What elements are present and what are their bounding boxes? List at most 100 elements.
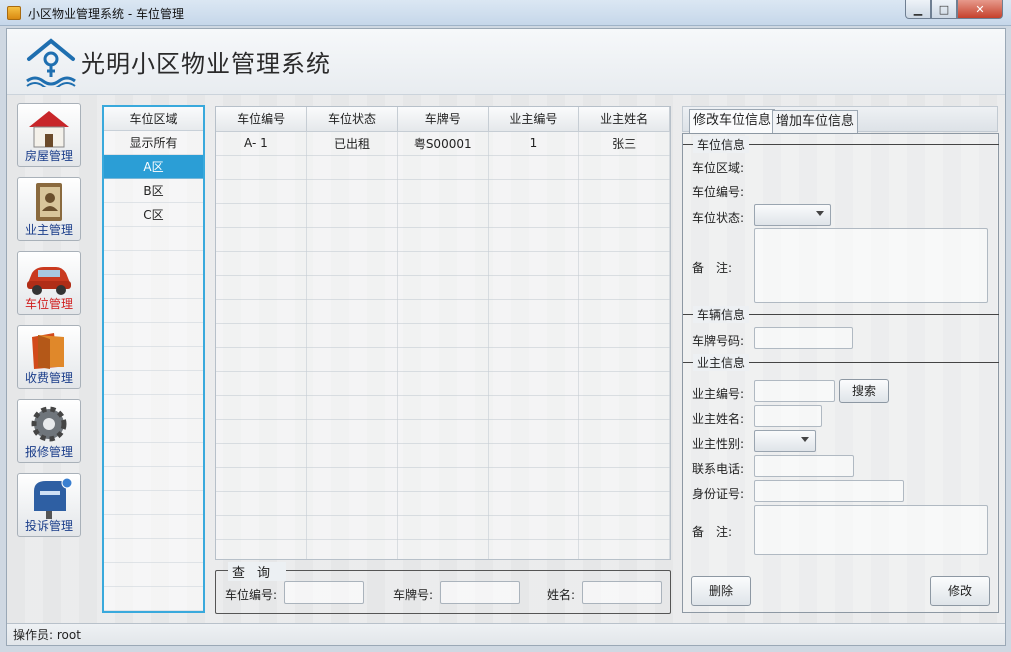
col-header-status[interactable]: 车位状态 bbox=[306, 107, 398, 132]
col-header-plate[interactable]: 车牌号 bbox=[397, 107, 489, 132]
owner-remark-textarea[interactable] bbox=[754, 505, 988, 555]
empty-cell bbox=[578, 419, 670, 444]
empty-cell bbox=[216, 515, 308, 540]
empty-cell bbox=[488, 443, 580, 468]
empty-cell bbox=[578, 251, 670, 276]
nav-parking-management[interactable]: 车位管理 bbox=[17, 251, 81, 315]
empty-cell bbox=[578, 467, 670, 492]
empty-cell bbox=[578, 275, 670, 300]
app-header: 光明小区物业管理系统 bbox=[7, 29, 1005, 95]
nav-fee-management[interactable]: 收费管理 bbox=[17, 325, 81, 389]
owner-no-input[interactable] bbox=[754, 380, 835, 402]
gear-icon bbox=[31, 406, 67, 442]
status-bar: 操作员: root bbox=[7, 623, 1005, 645]
nav-repair-management[interactable]: 报修管理 bbox=[17, 399, 81, 463]
empty-cell bbox=[216, 203, 308, 228]
empty-cell bbox=[306, 419, 398, 444]
owner-info-section: 业主信息 业主编号: 搜索 业主姓名: 业主性别: 联系电话: 身份证号: 备 … bbox=[683, 354, 999, 562]
empty-cell bbox=[578, 443, 670, 468]
empty-cell bbox=[488, 275, 580, 300]
empty-cell bbox=[216, 275, 308, 300]
edit-panel: 车位信息 车位区域: 车位编号: 车位状态: 备 注: 车辆信息 车牌号码: 业… bbox=[682, 133, 999, 613]
area-item-b[interactable]: B区 bbox=[104, 179, 203, 203]
nav-owner-management[interactable]: 业主管理 bbox=[17, 177, 81, 241]
empty-table-row bbox=[216, 395, 670, 420]
empty-cell bbox=[216, 491, 308, 516]
area-item-a[interactable]: A区 bbox=[104, 155, 203, 179]
query-name-label: 姓名: bbox=[547, 588, 576, 602]
empty-cell bbox=[306, 275, 398, 300]
nav-label: 报修管理 bbox=[24, 445, 73, 459]
area-item-c[interactable]: C区 bbox=[104, 203, 203, 227]
minimize-button[interactable]: ▁ bbox=[905, 0, 931, 19]
modify-button[interactable]: 修改 bbox=[930, 576, 990, 606]
tab-modify-space[interactable]: 修改车位信息 bbox=[689, 109, 776, 134]
close-button[interactable]: ✕ bbox=[957, 0, 1003, 19]
empty-cell bbox=[306, 443, 398, 468]
empty-cell bbox=[488, 323, 580, 348]
empty-cell bbox=[306, 371, 398, 396]
empty-cell bbox=[488, 371, 580, 396]
address-book-icon bbox=[36, 183, 62, 221]
empty-cell bbox=[397, 371, 489, 396]
nav-complaint-management[interactable]: 投诉管理 bbox=[17, 473, 81, 537]
maximize-button[interactable]: □ bbox=[931, 0, 957, 19]
query-group: 查询 车位编号: 车牌号: 姓名: bbox=[215, 562, 671, 614]
phone-input[interactable] bbox=[754, 455, 854, 477]
nav-house-management[interactable]: 房屋管理 bbox=[17, 103, 81, 167]
empty-cell bbox=[397, 323, 489, 348]
window-controls: ▁ □ ✕ bbox=[905, 0, 1003, 19]
owner-no-label: 业主编号: bbox=[692, 387, 745, 401]
nav-label: 投诉管理 bbox=[24, 519, 73, 533]
query-space-no-input[interactable] bbox=[284, 581, 364, 604]
plate-number-input[interactable] bbox=[754, 327, 853, 349]
empty-cell bbox=[488, 515, 580, 540]
app-icon bbox=[7, 6, 21, 20]
id-number-label: 身份证号: bbox=[692, 487, 745, 501]
search-button[interactable]: 搜索 bbox=[839, 379, 889, 403]
phone-label: 联系电话: bbox=[692, 462, 745, 476]
col-header-owner-name[interactable]: 业主姓名 bbox=[578, 107, 670, 132]
empty-table-row bbox=[216, 251, 670, 276]
parking-grid[interactable]: 车位编号 车位状态 车牌号 业主编号 业主姓名 A- 1 已出租 粤S00001… bbox=[215, 106, 671, 560]
delete-button[interactable]: 删除 bbox=[691, 576, 751, 606]
empty-cell bbox=[488, 491, 580, 516]
col-header-owner-no[interactable]: 业主编号 bbox=[488, 107, 580, 132]
empty-list-row bbox=[104, 587, 203, 611]
parking-area-list[interactable]: 车位区域 显示所有 A区 B区 C区 bbox=[102, 105, 205, 613]
space-remark-textarea[interactable] bbox=[754, 228, 988, 303]
empty-table-row bbox=[216, 491, 670, 516]
empty-list-row bbox=[104, 515, 203, 539]
id-number-input[interactable] bbox=[754, 480, 904, 502]
empty-cell bbox=[216, 539, 308, 559]
gender-select[interactable] bbox=[754, 430, 816, 452]
empty-list-row bbox=[104, 563, 203, 587]
gender-label: 业主性别: bbox=[692, 437, 745, 451]
empty-cell bbox=[397, 275, 489, 300]
query-plate-input[interactable] bbox=[440, 581, 520, 604]
tab-add-space[interactable]: 增加车位信息 bbox=[772, 110, 859, 133]
empty-cell bbox=[306, 347, 398, 372]
empty-table-row bbox=[216, 515, 670, 540]
owner-name-input[interactable] bbox=[754, 405, 822, 427]
empty-cell bbox=[306, 515, 398, 540]
col-header-space-no[interactable]: 车位编号 bbox=[216, 107, 308, 132]
owner-info-legend: 业主信息 bbox=[693, 354, 750, 371]
status-select[interactable] bbox=[754, 204, 831, 226]
area-item-all[interactable]: 显示所有 bbox=[104, 131, 203, 155]
query-name-input[interactable] bbox=[582, 581, 662, 604]
empty-cell bbox=[578, 299, 670, 324]
empty-cell bbox=[578, 179, 670, 204]
empty-cell bbox=[397, 155, 489, 180]
wallet-icon bbox=[32, 333, 64, 369]
empty-cell bbox=[216, 467, 308, 492]
empty-list-row bbox=[104, 491, 203, 515]
empty-cell bbox=[306, 491, 398, 516]
empty-cell bbox=[216, 347, 308, 372]
cell-space-no: A- 1 bbox=[216, 131, 308, 156]
query-legend: 查询 bbox=[228, 562, 287, 581]
empty-list-row bbox=[104, 467, 203, 491]
table-row[interactable]: A- 1 已出租 粤S00001 1 张三 bbox=[216, 131, 670, 156]
vehicle-info-legend: 车辆信息 bbox=[693, 306, 750, 323]
cell-owner-name: 张三 bbox=[578, 131, 670, 156]
